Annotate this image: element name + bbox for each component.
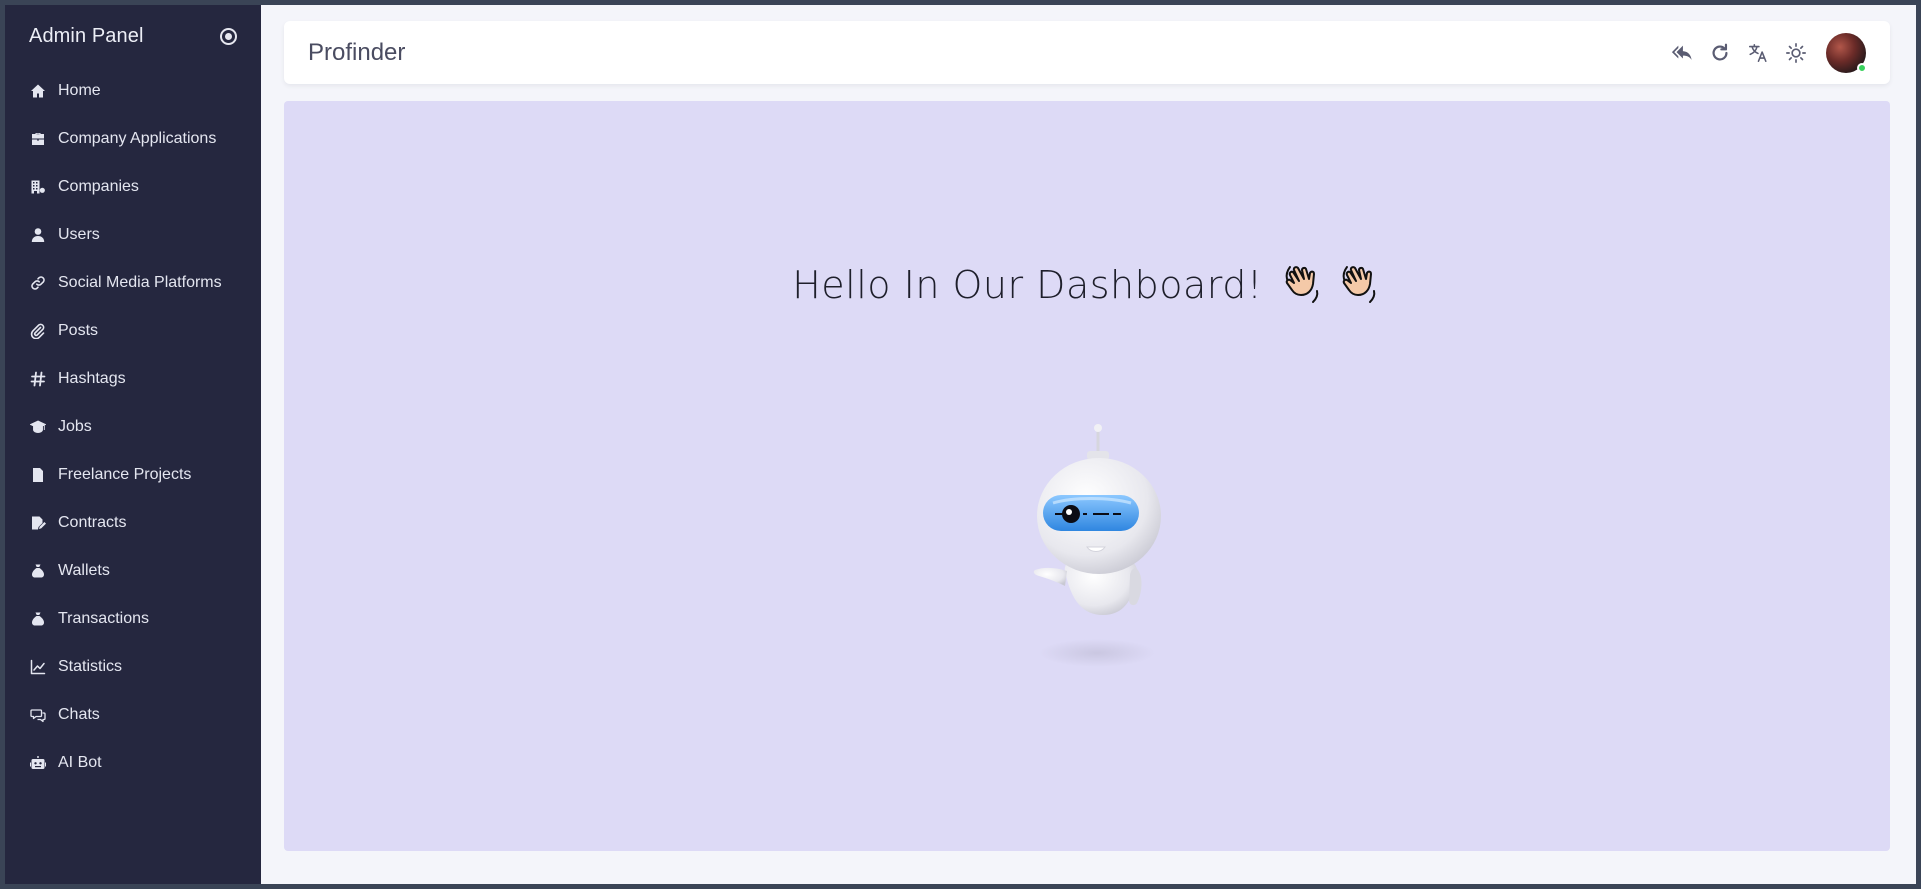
welcome-text: Hello In Our Dashboard! (792, 263, 1263, 307)
reply-all-icon[interactable] (1670, 41, 1694, 65)
user-icon (29, 226, 47, 244)
sidebar-item-label: Freelance Projects (58, 466, 192, 483)
sidebar-item-contracts[interactable]: Contracts (5, 499, 261, 547)
robot-illustration (1033, 424, 1161, 667)
sidebar-item-users[interactable]: Users (5, 211, 261, 259)
waving-hand-icon (1281, 261, 1382, 314)
sidebar-item-label: Social Media Platforms (58, 274, 222, 291)
sidebar-item-label: Posts (58, 322, 99, 339)
contract-icon (29, 514, 47, 532)
sidebar-item-label: Company Applications (58, 130, 217, 147)
top-bar: Profinder (284, 21, 1890, 84)
sidebar-item-social-media-platforms[interactable]: Social Media Platforms (5, 259, 261, 307)
chat-icon (29, 706, 47, 724)
chart-line-icon (29, 658, 47, 676)
sidebar-item-transactions[interactable]: Transactions (5, 595, 261, 643)
welcome-heading: Hello In Our Dashboard! (284, 261, 1890, 314)
sun-icon[interactable] (1784, 41, 1808, 65)
refresh-icon[interactable] (1708, 41, 1732, 65)
sidebar-item-label: Contracts (58, 514, 127, 531)
sidebar-item-label: Companies (58, 178, 139, 195)
sidebar-nav: Home Company Applications Companies User… (5, 67, 261, 787)
sidebar-item-jobs[interactable]: Jobs (5, 403, 261, 451)
sidebar-item-label: Hashtags (58, 370, 126, 387)
user-avatar[interactable] (1826, 32, 1867, 73)
sidebar-header: Admin Panel (5, 5, 261, 67)
hashtag-icon (29, 370, 47, 388)
money-bag-icon (29, 562, 47, 580)
sidebar-item-label: Statistics (58, 658, 123, 675)
online-status-dot (1857, 62, 1867, 73)
sidebar-item-label: Home (58, 82, 101, 99)
sidebar-item-statistics[interactable]: Statistics (5, 643, 261, 691)
sidebar-item-label: Chats (58, 706, 100, 723)
brand-title: Admin Panel (29, 24, 144, 47)
building-icon (29, 178, 47, 196)
home-icon (29, 82, 47, 100)
sidebar-item-companies[interactable]: Companies (5, 163, 261, 211)
app-window: Admin Panel Home Company Applications Co… (5, 5, 1916, 884)
sidebar-item-chats[interactable]: Chats (5, 691, 261, 739)
sidebar-item-freelance-projects[interactable]: Freelance Projects (5, 451, 261, 499)
sidebar-item-hashtags[interactable]: Hashtags (5, 355, 261, 403)
sidebar-item-home[interactable]: Home (5, 67, 261, 115)
translate-icon[interactable] (1746, 41, 1770, 65)
sidebar-item-label: Jobs (58, 418, 92, 435)
money-bag-icon (29, 610, 47, 628)
sidebar-item-wallets[interactable]: Wallets (5, 547, 261, 595)
sidebar-item-label: AI Bot (58, 754, 102, 771)
robot-icon (29, 754, 47, 772)
briefcase-icon (29, 130, 47, 148)
file-edit-icon (29, 466, 47, 484)
sidebar-item-label: Users (58, 226, 100, 243)
link-icon (29, 274, 47, 292)
sidebar-toggle-icon[interactable] (220, 27, 237, 45)
sidebar-item-company-applications[interactable]: Company Applications (5, 115, 261, 163)
main-area: Profinder Hello In Our Dashboard! (261, 5, 1916, 884)
sidebar-item-label: Wallets (58, 562, 110, 579)
graduation-cap-icon (29, 418, 47, 436)
sidebar-item-label: Transactions (58, 610, 149, 627)
paperclip-icon (29, 322, 47, 340)
header-actions (1656, 32, 1867, 73)
page-title: Profinder (308, 38, 406, 66)
dashboard-content: Hello In Our Dashboard! (284, 101, 1890, 851)
sidebar: Admin Panel Home Company Applications Co… (5, 5, 261, 884)
sidebar-item-posts[interactable]: Posts (5, 307, 261, 355)
sidebar-item-ai-bot[interactable]: AI Bot (5, 739, 261, 787)
